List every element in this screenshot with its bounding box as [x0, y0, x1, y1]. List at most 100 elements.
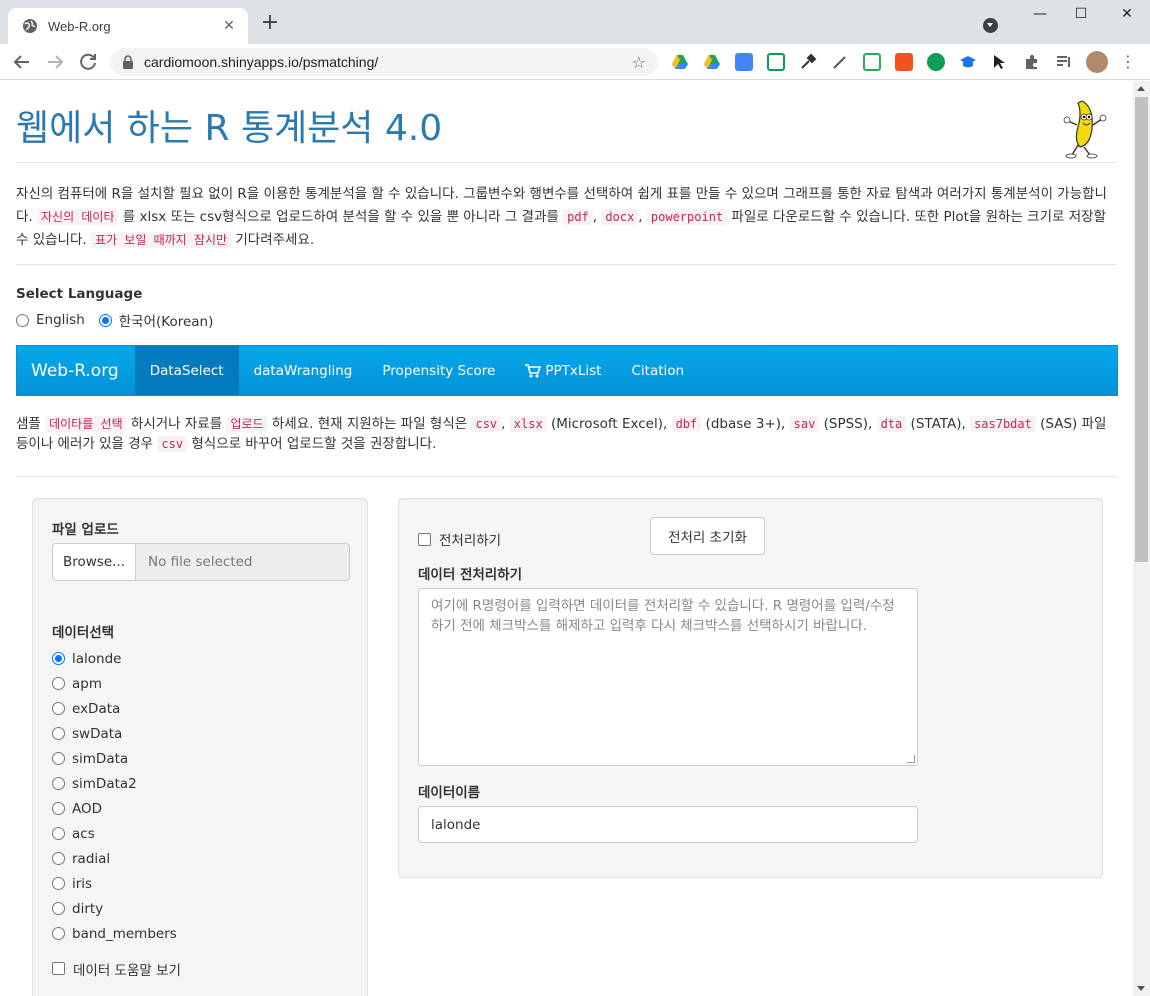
list-item[interactable]: acs: [52, 821, 181, 846]
desc-text: ,: [501, 416, 510, 432]
browser-tabstrip: Web-R.org ✕ + — ☐ ✕: [0, 0, 1150, 44]
list-item[interactable]: swData: [52, 721, 181, 746]
list-item[interactable]: band_members: [52, 921, 181, 946]
drive-extension-icon[interactable]: [671, 53, 689, 71]
dataset-label: exData: [72, 700, 121, 717]
preprocess-placeholder: 여기에 R명령어를 입력하면 데이터를 전처리할 수 있습니다. R 명령어를 …: [431, 598, 895, 634]
dancing-banana-icon: [1063, 100, 1107, 159]
radio-swdata[interactable]: [52, 727, 65, 740]
desc-code: sav: [789, 416, 820, 432]
brush-extension-icon[interactable]: [831, 53, 849, 71]
radio-acs[interactable]: [52, 827, 65, 840]
desc-text: 샘플: [16, 416, 46, 432]
sidebar-panel: 파일 업로드 Browse... No file selected 데이터선택 …: [32, 498, 368, 996]
tab-propensity-score[interactable]: Propensity Score: [367, 346, 510, 395]
green-extension-icon[interactable]: [863, 53, 881, 71]
reset-preprocess-button[interactable]: 전처리 초기화: [650, 517, 765, 555]
intro-code-docx: docx: [601, 209, 639, 225]
desc-code: xlsx: [509, 416, 547, 432]
page-scrollbar[interactable]: [1133, 81, 1150, 996]
desc-text: (SPSS),: [819, 416, 877, 432]
dataname-input[interactable]: lalonde: [418, 806, 918, 843]
intro-code-pdf: pdf: [563, 209, 593, 225]
radio-english[interactable]: [16, 313, 29, 327]
radio-exdata[interactable]: [52, 702, 65, 715]
window-close-button[interactable]: ✕: [1112, 6, 1142, 22]
preprocess-checkbox-row[interactable]: 전처리하기: [418, 529, 501, 549]
desc-code: csv: [157, 436, 188, 452]
tab-pptxlist[interactable]: PPTxList: [510, 346, 616, 395]
radio-korean-label[interactable]: 한국어(Korean): [119, 310, 214, 330]
lock-icon: [123, 55, 133, 69]
radio-band-members[interactable]: [52, 927, 65, 940]
intro-divider: [16, 264, 1116, 265]
back-arrow-icon[interactable]: [10, 50, 34, 74]
dataset-label: lalonde: [72, 650, 122, 667]
tab-pptxlist-label: PPTxList: [545, 362, 602, 379]
radio-simdata[interactable]: [52, 752, 65, 765]
list-item[interactable]: iris: [52, 871, 181, 896]
tab-dataselect[interactable]: DataSelect: [134, 346, 239, 395]
graduation-extension-icon[interactable]: [959, 53, 977, 71]
desc-code: 업로드: [226, 416, 268, 432]
browse-button[interactable]: Browse...: [52, 543, 136, 581]
scroll-up-arrow-icon[interactable]: [1137, 86, 1145, 91]
intro-code-powerpoint: powerpoint: [646, 209, 728, 225]
preprocess-textarea[interactable]: 여기에 R명령어를 입력하면 데이터를 전처리할 수 있습니다. R 명령어를 …: [418, 588, 918, 766]
screenshot-extension-icon[interactable]: [767, 53, 785, 71]
scrollbar-thumb[interactable]: [1135, 97, 1148, 562]
reload-icon[interactable]: [76, 50, 100, 74]
list-item[interactable]: simData: [52, 746, 181, 771]
profile-avatar[interactable]: [1086, 51, 1108, 73]
radio-aod[interactable]: [52, 802, 65, 815]
list-item[interactable]: dirty: [52, 896, 181, 921]
radio-dirty[interactable]: [52, 902, 65, 915]
window-maximize-button[interactable]: ☐: [1066, 6, 1096, 22]
cursor-extension-icon[interactable]: [991, 53, 1009, 71]
list-item[interactable]: simData2: [52, 771, 181, 796]
data-select-label: 데이터선택: [52, 625, 115, 641]
tab-datawrangling[interactable]: dataWrangling: [239, 346, 368, 395]
menu-kebab-icon[interactable]: ⋮: [1120, 53, 1136, 71]
ex-extension-icon[interactable]: [895, 53, 913, 71]
desc-text: (dbase 3+),: [701, 416, 790, 432]
list-item[interactable]: AOD: [52, 796, 181, 821]
new-tab-button[interactable]: +: [258, 11, 282, 35]
drive-extension-2-icon[interactable]: [703, 53, 721, 71]
language-radio-group: English 한국어(Korean): [16, 310, 213, 330]
reading-list-icon[interactable]: [1055, 53, 1073, 71]
resize-handle[interactable]: [907, 755, 915, 763]
translate-extension-icon[interactable]: [735, 53, 753, 71]
radio-lalonde[interactable]: [52, 652, 65, 665]
radio-apm[interactable]: [52, 677, 65, 690]
tab-citation[interactable]: Citation: [616, 346, 699, 395]
main-navbar: Web-R.org DataSelect dataWrangling Prope…: [16, 345, 1118, 396]
bookmark-star-icon[interactable]: ☆: [632, 53, 646, 72]
navbar-brand[interactable]: Web-R.org: [17, 346, 135, 395]
chat-extension-icon[interactable]: [927, 53, 945, 71]
browser-toolbar: cardiomoon.shinyapps.io/psmatching/ ☆ ⋮: [0, 44, 1150, 80]
desc-code: sas7bdat: [970, 416, 1036, 432]
forward-arrow-icon[interactable]: [43, 50, 67, 74]
address-bar[interactable]: cardiomoon.shinyapps.io/psmatching/ ☆: [110, 48, 658, 76]
help-checkbox-row[interactable]: 데이터 도움말 보기: [52, 956, 181, 981]
radio-simdata2[interactable]: [52, 777, 65, 790]
url-text: cardiomoon.shinyapps.io/psmatching/: [144, 54, 379, 70]
radio-iris[interactable]: [52, 877, 65, 890]
list-item[interactable]: exData: [52, 696, 181, 721]
radio-korean[interactable]: [98, 313, 112, 327]
list-item[interactable]: radial: [52, 846, 181, 871]
eyedropper-extension-icon[interactable]: [799, 53, 817, 71]
window-minimize-button[interactable]: —: [1025, 6, 1055, 22]
list-item[interactable]: lalonde: [52, 646, 181, 671]
list-item[interactable]: apm: [52, 671, 181, 696]
preprocess-checkbox[interactable]: [418, 532, 431, 546]
tab-search-icon[interactable]: [983, 18, 998, 33]
tab-close-icon[interactable]: ✕: [220, 18, 238, 34]
data-help-checkbox[interactable]: [52, 962, 65, 975]
radio-english-label[interactable]: English: [36, 312, 85, 328]
scroll-down-arrow-icon[interactable]: [1137, 986, 1145, 991]
browser-tab[interactable]: Web-R.org ✕: [8, 8, 248, 44]
radio-radial[interactable]: [52, 852, 65, 865]
puzzle-extensions-icon[interactable]: [1023, 53, 1041, 71]
